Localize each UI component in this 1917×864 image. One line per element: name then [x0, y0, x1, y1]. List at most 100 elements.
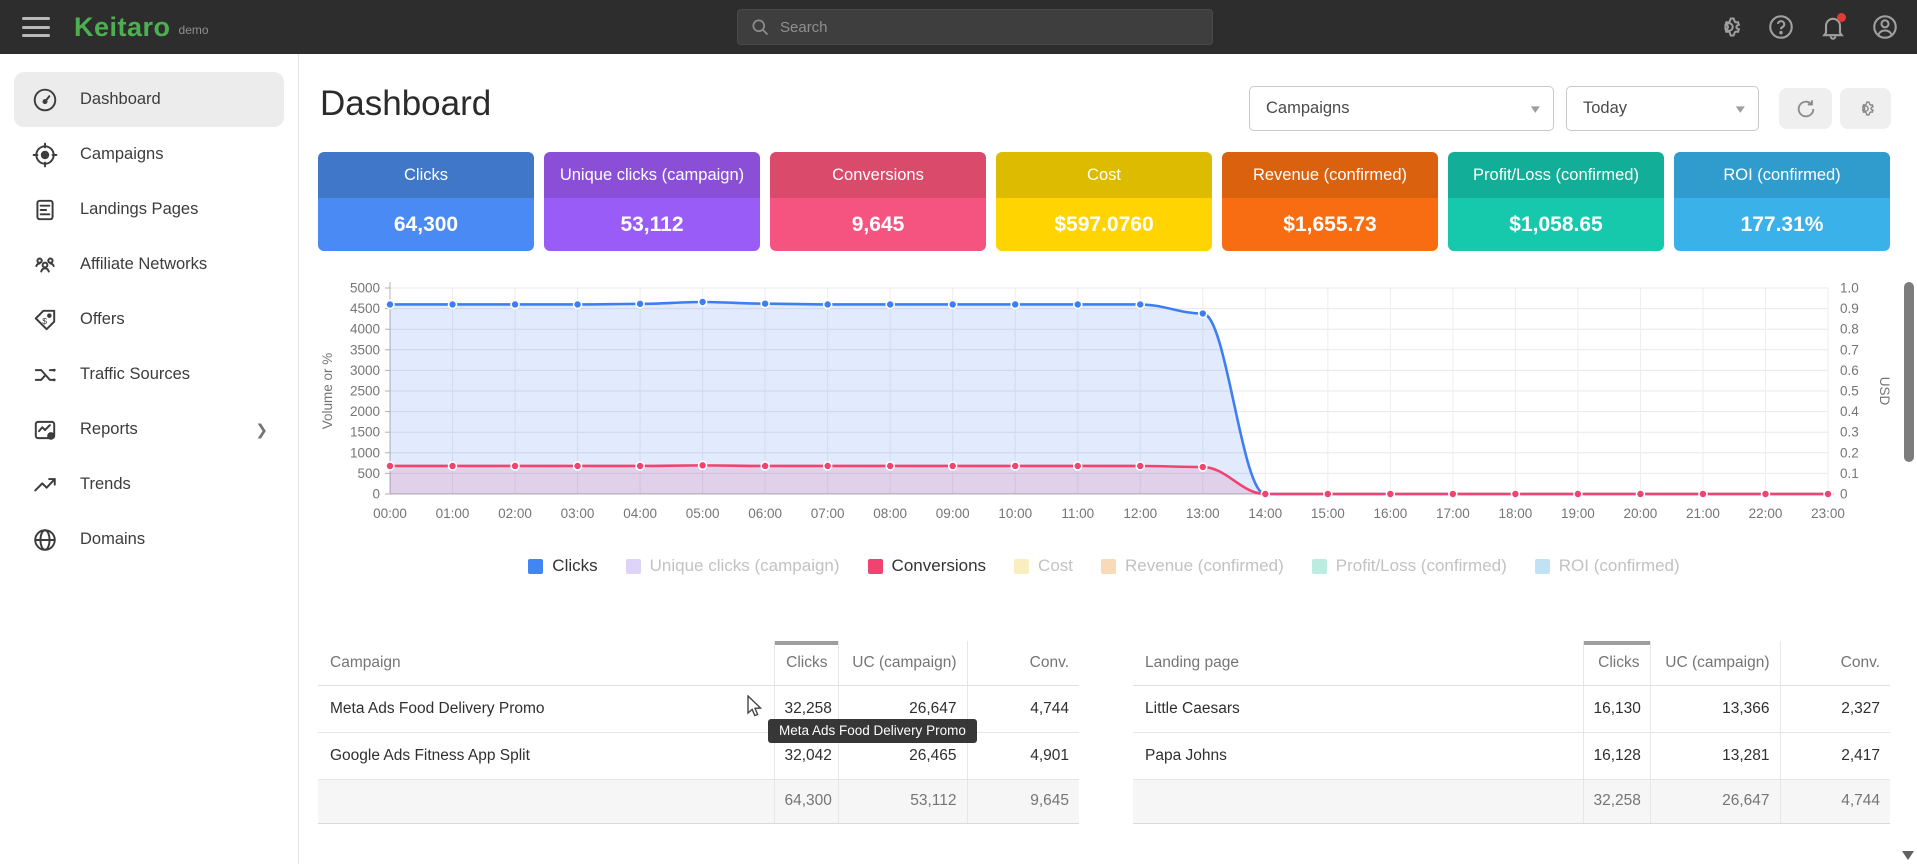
- legend-item-revenue-confirmed[interactable]: Revenue (confirmed): [1101, 556, 1284, 576]
- stat-card-label: Profit/Loss (confirmed): [1448, 152, 1664, 198]
- sidebar-item-traffic-sources[interactable]: Traffic Sources: [14, 347, 284, 402]
- page-scrollbar[interactable]: [1900, 54, 1917, 864]
- conv-total: 9,645: [967, 779, 1079, 823]
- notification-badge: [1837, 13, 1846, 22]
- scrollbar-thumb[interactable]: [1904, 282, 1914, 462]
- menu-icon[interactable]: [22, 17, 50, 37]
- column-header-uc[interactable]: UC (campaign): [838, 641, 967, 685]
- tag-icon: $: [32, 307, 58, 333]
- stat-card-value: 64,300: [318, 198, 534, 251]
- legend-item-profit-loss-confirmed[interactable]: Profit/Loss (confirmed): [1312, 556, 1507, 576]
- group-by-value: Campaigns: [1266, 99, 1349, 118]
- svg-text:0.6: 0.6: [1840, 363, 1859, 378]
- legend-swatch: [626, 559, 641, 574]
- group-by-select[interactable]: Campaigns ▾: [1249, 86, 1554, 131]
- stat-card-profit-loss-confirmed[interactable]: Profit/Loss (confirmed)$1,058.65: [1448, 152, 1664, 251]
- svg-text:0: 0: [372, 487, 380, 502]
- stat-card-conversions[interactable]: Conversions9,645: [770, 152, 986, 251]
- svg-text:22:00: 22:00: [1749, 506, 1783, 521]
- sidebar-item-domains[interactable]: Domains: [14, 512, 284, 567]
- search-box[interactable]: [737, 9, 1213, 45]
- sidebar-item-offers[interactable]: $Offers: [14, 292, 284, 347]
- account-icon[interactable]: [1871, 13, 1899, 41]
- svg-text:0.1: 0.1: [1840, 466, 1859, 481]
- svg-text:21:00: 21:00: [1686, 506, 1720, 521]
- column-header-landing-page[interactable]: Landing page: [1133, 641, 1583, 685]
- svg-text:10:00: 10:00: [998, 506, 1032, 521]
- chevron-down-icon: ▾: [1736, 101, 1745, 117]
- legend-item-roi-confirmed[interactable]: ROI (confirmed): [1535, 556, 1680, 576]
- sidebar-item-label: Traffic Sources: [80, 365, 190, 384]
- scrollbar-down-arrow[interactable]: [1902, 851, 1914, 860]
- legend-swatch: [528, 559, 543, 574]
- brand-demo-label: demo: [179, 23, 209, 37]
- sidebar-item-campaigns[interactable]: Campaigns: [14, 127, 284, 182]
- people-icon: [32, 252, 58, 278]
- stat-card-clicks[interactable]: Clicks64,300: [318, 152, 534, 251]
- svg-text:01:00: 01:00: [436, 506, 470, 521]
- stat-card-unique-clicks-campaign[interactable]: Unique clicks (campaign)53,112: [544, 152, 760, 251]
- notifications-icon[interactable]: [1819, 13, 1847, 41]
- sort-indicator: [1584, 641, 1650, 645]
- svg-text:04:00: 04:00: [623, 506, 657, 521]
- legend-item-conversions[interactable]: Conversions: [868, 556, 987, 576]
- help-icon[interactable]: [1767, 13, 1795, 41]
- legend-label: Unique clicks (campaign): [650, 556, 840, 576]
- column-header-campaign[interactable]: Campaign: [318, 641, 774, 685]
- svg-text:00:00: 00:00: [373, 506, 407, 521]
- stat-card-roi-confirmed[interactable]: ROI (confirmed)177.31%: [1674, 152, 1890, 251]
- landing-page-name[interactable]: Papa Johns: [1133, 732, 1583, 779]
- sidebar-item-label: Affiliate Networks: [80, 255, 207, 274]
- chevron-right-icon: ❯: [255, 421, 268, 439]
- stat-card-label: Unique clicks (campaign): [544, 152, 760, 198]
- landing-page-name[interactable]: Little Caesars: [1133, 685, 1583, 732]
- campaign-name[interactable]: Meta Ads Food Delivery Promo: [318, 685, 774, 732]
- table-row[interactable]: Papa Johns 16,128 13,281 2,417: [1133, 732, 1890, 779]
- column-header-conv[interactable]: Conv.: [967, 641, 1079, 685]
- report-icon: [32, 417, 58, 443]
- uc-total: 26,647: [1650, 779, 1780, 823]
- column-header-uc[interactable]: UC (campaign): [1650, 641, 1780, 685]
- chevron-down-icon: ▾: [1531, 101, 1540, 117]
- sidebar-item-affiliate-networks[interactable]: Affiliate Networks: [14, 237, 284, 292]
- svg-text:13:00: 13:00: [1186, 506, 1220, 521]
- legend-swatch: [1014, 559, 1029, 574]
- traffic-chart[interactable]: 0500100015002000250030003500400045005000…: [318, 268, 1890, 548]
- legend-item-unique-clicks-campaign[interactable]: Unique clicks (campaign): [626, 556, 840, 576]
- search-icon: [750, 17, 770, 37]
- dashboard-settings-button[interactable]: [1840, 88, 1891, 129]
- legend-label: Profit/Loss (confirmed): [1336, 556, 1507, 576]
- clicks-total: 64,300: [774, 779, 838, 823]
- column-header-clicks[interactable]: Clicks: [1583, 641, 1650, 685]
- table-totals-row: 32,258 26,647 4,744: [1133, 779, 1890, 823]
- svg-text:16:00: 16:00: [1373, 506, 1407, 521]
- table-row[interactable]: Little Caesars 16,130 13,366 2,327: [1133, 685, 1890, 732]
- refresh-button[interactable]: [1779, 88, 1832, 129]
- svg-text:0.7: 0.7: [1840, 342, 1859, 357]
- page-title: Dashboard: [320, 84, 491, 124]
- svg-text:500: 500: [357, 466, 380, 481]
- document-icon: [32, 197, 58, 223]
- svg-text:05:00: 05:00: [686, 506, 720, 521]
- svg-text:1.0: 1.0: [1840, 281, 1859, 296]
- legend-item-cost[interactable]: Cost: [1014, 556, 1073, 576]
- campaign-name[interactable]: Google Ads Fitness App Split: [318, 732, 774, 779]
- sidebar-item-label: Domains: [80, 530, 145, 549]
- landing-pages-table: Landing page Clicks UC (campaign) Conv. …: [1133, 641, 1890, 824]
- search-input[interactable]: [780, 19, 1212, 36]
- keitaro-logo[interactable]: Keitaro: [74, 12, 171, 43]
- date-range-value: Today: [1583, 99, 1627, 118]
- legend-item-clicks[interactable]: Clicks: [528, 556, 597, 576]
- stat-card-cost[interactable]: Cost$597.0760: [996, 152, 1212, 251]
- settings-icon[interactable]: [1715, 13, 1743, 41]
- date-range-select[interactable]: Today ▾: [1566, 86, 1759, 131]
- sidebar-item-reports[interactable]: Reports❯: [14, 402, 284, 457]
- sidebar-item-trends[interactable]: Trends: [14, 457, 284, 512]
- column-header-clicks[interactable]: Clicks: [774, 641, 838, 685]
- svg-text:1000: 1000: [350, 445, 380, 460]
- sidebar-item-dashboard[interactable]: Dashboard: [14, 72, 284, 127]
- column-header-conv[interactable]: Conv.: [1780, 641, 1890, 685]
- sidebar-item-landings-pages[interactable]: Landings Pages: [14, 182, 284, 237]
- keitaro-dashboard: Keitaro demo DashboardCampaignsLandings …: [0, 0, 1917, 864]
- stat-card-revenue-confirmed[interactable]: Revenue (confirmed)$1,655.73: [1222, 152, 1438, 251]
